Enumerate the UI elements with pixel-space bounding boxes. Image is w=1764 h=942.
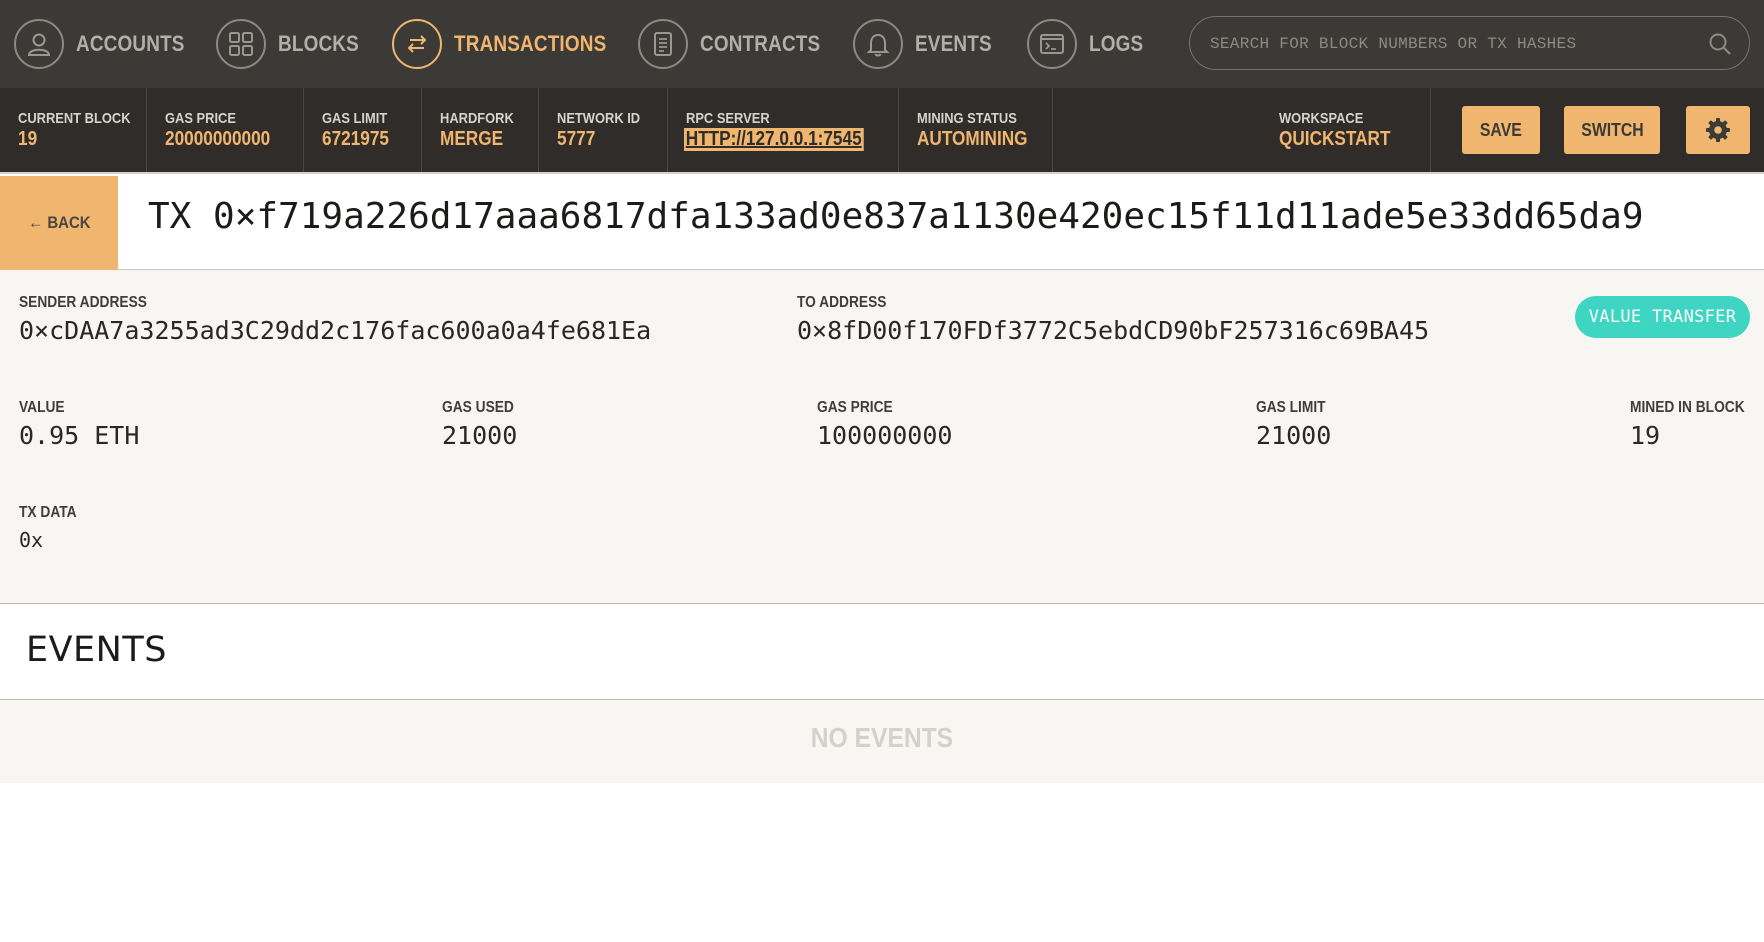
network-id-value: 5777 [557,128,596,150]
value-label: VALUE [19,399,65,416]
events-title: EVENTS [26,630,167,670]
hardfork-value: MERGE [440,128,504,150]
gas-price-stat: GAS PRICE 20000000000 [147,88,304,172]
workspace-stat: WORKSPACE QUICKSTART [1261,88,1431,172]
terminal-icon [1027,19,1077,69]
status-bar: CURRENT BLOCK 19 GAS PRICE 20000000000 G… [0,88,1764,172]
events-empty-state: NO EVENTS [0,700,1764,783]
events-section-header: EVENTS [0,604,1764,700]
no-events-text: NO EVENTS [810,722,954,753]
network-id-stat: NETWORK ID 5777 [539,88,668,172]
rpc-server-label: RPC SERVER [686,110,770,127]
mined-in-block-value[interactable]: 19 [1630,421,1763,450]
top-navigation: ACCOUNTS BLOCKS TRANSACTIONS CONTRACTS E… [0,0,1764,88]
nav-accounts[interactable]: ACCOUNTS [14,0,202,88]
gas-used-label: GAS USED [442,399,514,416]
transaction-hash-title: TX 0×f719a226d17aaa6817dfa133ad0e837a113… [148,196,1644,237]
current-block-label: CURRENT BLOCK [18,110,131,127]
to-address-value: 0×8fD00f170FDf3772C5ebdCD90bF257316c69BA… [797,316,1430,345]
switch-button[interactable]: SWITCH [1564,106,1660,154]
search-box[interactable] [1189,16,1750,71]
nav-logs-label: LOGS [1089,31,1144,56]
nav-contracts-label: CONTRACTS [700,31,821,56]
rpc-server-stat: RPC SERVER HTTP://127.0.0.1:7545 [668,88,899,172]
gas-limit-stat: GAS LIMIT 6721975 [304,88,422,172]
mined-in-block-label: MINED IN BLOCK [1630,399,1745,416]
sender-address-label: SENDER ADDRESS [19,294,147,311]
bell-icon [853,19,903,69]
search-icon[interactable] [1707,31,1733,57]
gas-limit-label: GAS LIMIT [322,110,388,127]
tx-data-label: TX DATA [19,504,77,521]
hardfork-label: HARDFORK [440,110,514,127]
tx-gas-price-field: GAS PRICE 100000000 [817,399,952,450]
tx-gas-price-value: 100000000 [817,421,953,450]
settings-button[interactable] [1686,106,1750,154]
back-button-label: ← BACK [27,213,91,232]
tx-gas-limit-value: 21000 [1256,421,1332,450]
tx-gas-limit-label: GAS LIMIT [1256,399,1326,416]
nav-blocks-label: BLOCKS [278,31,359,56]
gas-used-value: 21000 [442,421,518,450]
gas-price-label: GAS PRICE [165,110,236,127]
to-address-label: TO ADDRESS [797,294,887,311]
nav-blocks[interactable]: BLOCKS [216,0,372,88]
nav-events[interactable]: EVENTS [853,0,1004,88]
current-block-stat: CURRENT BLOCK 19 [0,88,147,172]
mining-status-value: AUTOMINING [917,128,1028,150]
value-field: VALUE 0.95 ETH [19,399,139,450]
tx-gas-limit-field: GAS LIMIT 21000 [1256,399,1337,450]
network-id-label: NETWORK ID [557,110,641,127]
transaction-details: SENDER ADDRESS 0×cDAA7a3255ad3C29dd2c176… [0,270,1764,604]
current-block-value: 19 [18,128,38,150]
tx-data-value: 0x [19,528,44,552]
nav-events-label: EVENTS [915,31,992,56]
sender-address-value: 0×cDAA7a3255ad3C29dd2c176fac600a0a4fe681… [19,316,652,345]
gear-icon [1706,118,1730,142]
mining-status-stat: MINING STATUS AUTOMINING [899,88,1053,172]
nav-transactions-label: TRANSACTIONS [454,31,607,56]
save-button[interactable]: SAVE [1462,106,1540,154]
value-transfer-badge: VALUE TRANSFER [1575,296,1750,338]
nav-accounts-label: ACCOUNTS [76,31,185,56]
gas-price-value: 20000000000 [165,128,271,150]
nav-contracts[interactable]: CONTRACTS [638,0,840,88]
tx-data-field: TX DATA 0x [19,504,86,552]
switch-button-label: SWITCH [1580,119,1644,140]
blocks-icon [216,19,266,69]
tx-gas-price-label: GAS PRICE [817,399,893,416]
nav-transactions[interactable]: TRANSACTIONS [392,0,631,88]
value-value: 0.95 ETH [19,421,140,450]
sender-address-field: SENDER ADDRESS 0×cDAA7a3255ad3C29dd2c176… [19,294,651,345]
gas-used-field: GAS USED 21000 [442,399,526,450]
workspace-value: QUICKSTART [1279,128,1391,150]
user-icon [14,19,64,69]
gas-limit-value: 6721975 [322,128,389,150]
hardfork-stat: HARDFORK MERGE [422,88,539,172]
nav-logs[interactable]: LOGS [1027,0,1152,88]
save-button-label: SAVE [1480,119,1522,140]
mined-in-block-field: MINED IN BLOCK 19 [1630,399,1763,450]
to-address-field: TO ADDRESS 0×8fD00f170FDf3772C5ebdCD90bF… [797,294,1429,345]
back-button[interactable]: ← BACK [0,176,118,270]
transfer-icon [392,19,442,69]
mining-status-label: MINING STATUS [917,110,1017,127]
rpc-server-value[interactable]: HTTP://127.0.0.1:7545 [684,128,864,151]
transaction-header: ← BACK TX 0×f719a226d17aaa6817dfa133ad0e… [0,172,1764,270]
workspace-label: WORKSPACE [1279,110,1364,127]
document-icon [638,19,688,69]
search-input[interactable] [1208,17,1692,71]
